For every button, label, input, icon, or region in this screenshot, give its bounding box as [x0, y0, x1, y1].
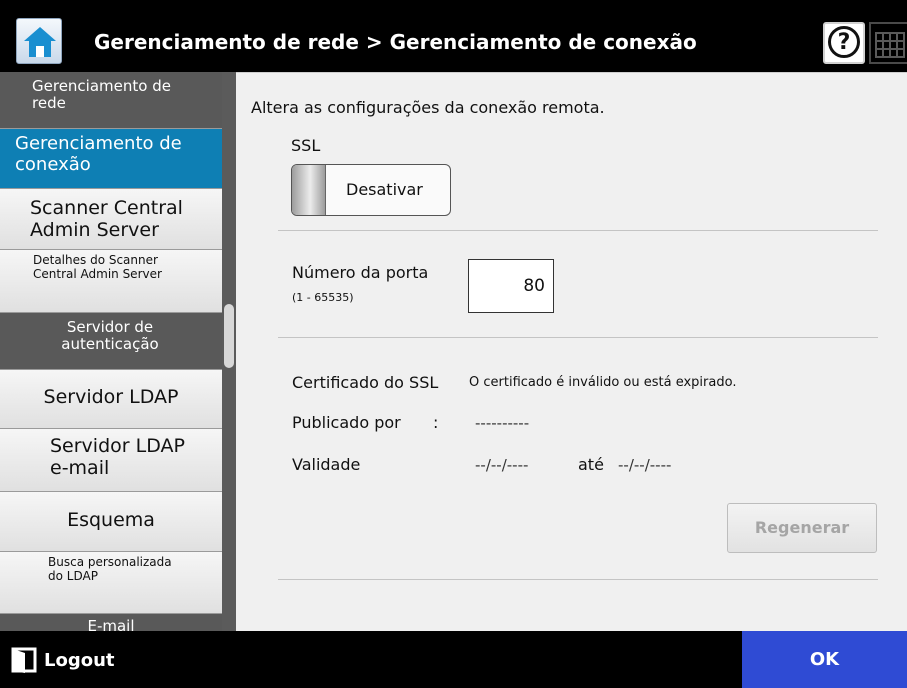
sidebar: Gerenciamento de rede Gerenciamento de c… — [0, 72, 236, 631]
sidebar-item-label: Scanner Central Admin Server — [30, 197, 183, 241]
keyboard-button[interactable] — [869, 22, 907, 64]
ssl-certificate-label: Certificado do SSL — [292, 373, 439, 392]
published-by-value: ---------- — [475, 414, 530, 432]
footer-bar: Logout OK — [0, 631, 907, 688]
sidebar-item-label: Servidor LDAP e-mail — [50, 435, 185, 479]
help-icon: ? — [828, 26, 860, 58]
ssl-toggle[interactable]: Desativar — [291, 164, 451, 216]
sidebar-item-auth-server[interactable]: Servidor de autenticação — [0, 313, 222, 370]
validity-separator: até — [578, 455, 604, 474]
validity-label: Validade — [292, 455, 361, 474]
sidebar-item-label: Detalhes do Scanner Central Admin Server — [33, 253, 162, 281]
logout-label: Logout — [44, 650, 115, 671]
home-icon — [24, 27, 56, 57]
home-button[interactable] — [16, 18, 62, 64]
port-label: Número da porta — [292, 263, 429, 282]
sidebar-item-schema[interactable]: Esquema — [0, 492, 222, 552]
page-description: Altera as configurações da conexão remot… — [251, 98, 605, 117]
logout-icon — [11, 647, 37, 673]
port-range-hint: (1 - 65535) — [292, 291, 354, 304]
sidebar-item-label: Busca personalizada do LDAP — [48, 555, 172, 583]
validity-from: --/--/---- — [475, 456, 529, 474]
sidebar-item-network-management[interactable]: Gerenciamento de rede — [0, 72, 222, 129]
sidebar-item-email[interactable]: E-mail — [0, 614, 222, 631]
divider — [278, 230, 878, 231]
ssl-label: SSL — [291, 136, 321, 155]
validity-to: --/--/---- — [618, 456, 672, 474]
toggle-knob[interactable] — [292, 165, 326, 215]
page-title: Gerenciamento de rede > Gerenciamento de… — [94, 30, 697, 54]
ok-button[interactable]: OK — [742, 631, 907, 688]
sidebar-item-label: Servidor de autenticação — [61, 318, 159, 354]
divider — [278, 579, 878, 580]
sidebar-item-ldap-custom-search[interactable]: Busca personalizada do LDAP — [0, 552, 222, 614]
sidebar-item-label: Gerenciamento de conexão — [15, 133, 182, 175]
sidebar-item-connection-management[interactable]: Gerenciamento de conexão — [0, 129, 222, 189]
sidebar-item-label: Servidor LDAP — [43, 386, 179, 408]
main-panel: Altera as configurações da conexão remot… — [236, 72, 907, 631]
sidebar-item-label: Esquema — [67, 509, 155, 531]
sidebar-item-scanner-central-admin[interactable]: Scanner Central Admin Server — [0, 189, 222, 250]
sidebar-item-ldap-email-server[interactable]: Servidor LDAP e-mail — [0, 429, 222, 492]
logout-button[interactable]: Logout — [0, 631, 154, 688]
regenerate-button[interactable]: Regenerar — [727, 503, 877, 553]
sidebar-item-label: Gerenciamento de rede — [32, 77, 171, 113]
published-by-colon: : — [433, 413, 439, 432]
sidebar-item-label: E-mail — [87, 617, 135, 631]
divider — [278, 337, 878, 338]
published-by-label: Publicado por — [292, 413, 401, 432]
sidebar-item-ldap-server[interactable]: Servidor LDAP — [0, 370, 222, 429]
header-bar: Gerenciamento de rede > Gerenciamento de… — [0, 0, 907, 72]
help-button[interactable]: ? — [823, 22, 865, 64]
port-number-input[interactable]: 80 — [468, 259, 554, 313]
ssl-toggle-value: Desativar — [346, 180, 423, 199]
sidebar-scrollbar-thumb[interactable] — [224, 304, 234, 368]
ssl-certificate-status: O certificado é inválido ou está expirad… — [469, 375, 737, 390]
keyboard-icon — [875, 32, 905, 58]
sidebar-item-scanner-details[interactable]: Detalhes do Scanner Central Admin Server — [0, 250, 222, 313]
